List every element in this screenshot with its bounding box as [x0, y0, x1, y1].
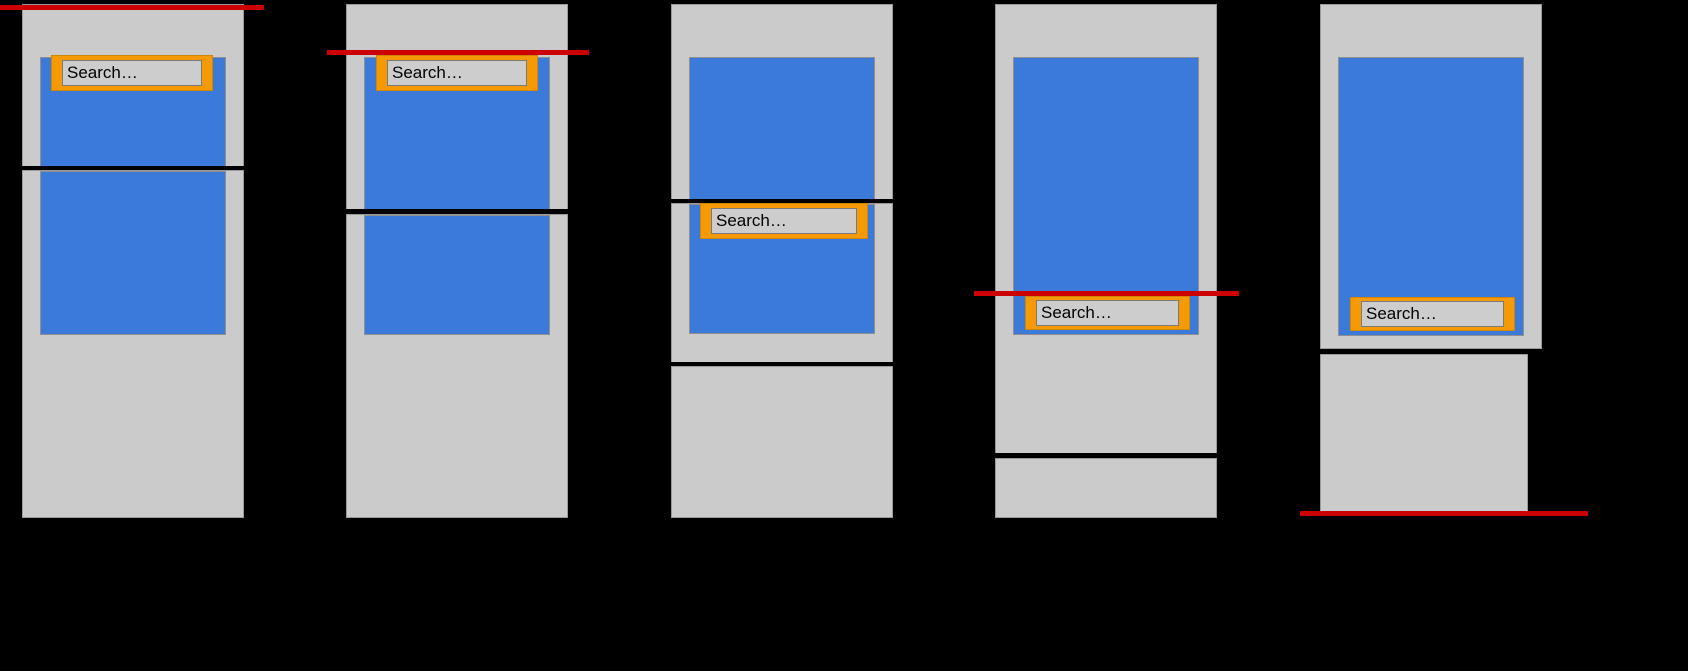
scroll-state-5-search-highlight: [1350, 297, 1515, 331]
scroll-state-5-viewport-lower[interactable]: [1320, 354, 1528, 514]
animation-filmstrip: [0, 0, 1688, 671]
scroll-state-5-scroll-marker: [1300, 511, 1588, 516]
scroll-state-5-separator-1: [1320, 349, 1528, 354]
scroll-state-5: [0, 0, 1688, 671]
scroll-state-5-search-input[interactable]: [1361, 301, 1504, 327]
scroll-state-5-viewport-upper-content-block: [1338, 57, 1524, 336]
